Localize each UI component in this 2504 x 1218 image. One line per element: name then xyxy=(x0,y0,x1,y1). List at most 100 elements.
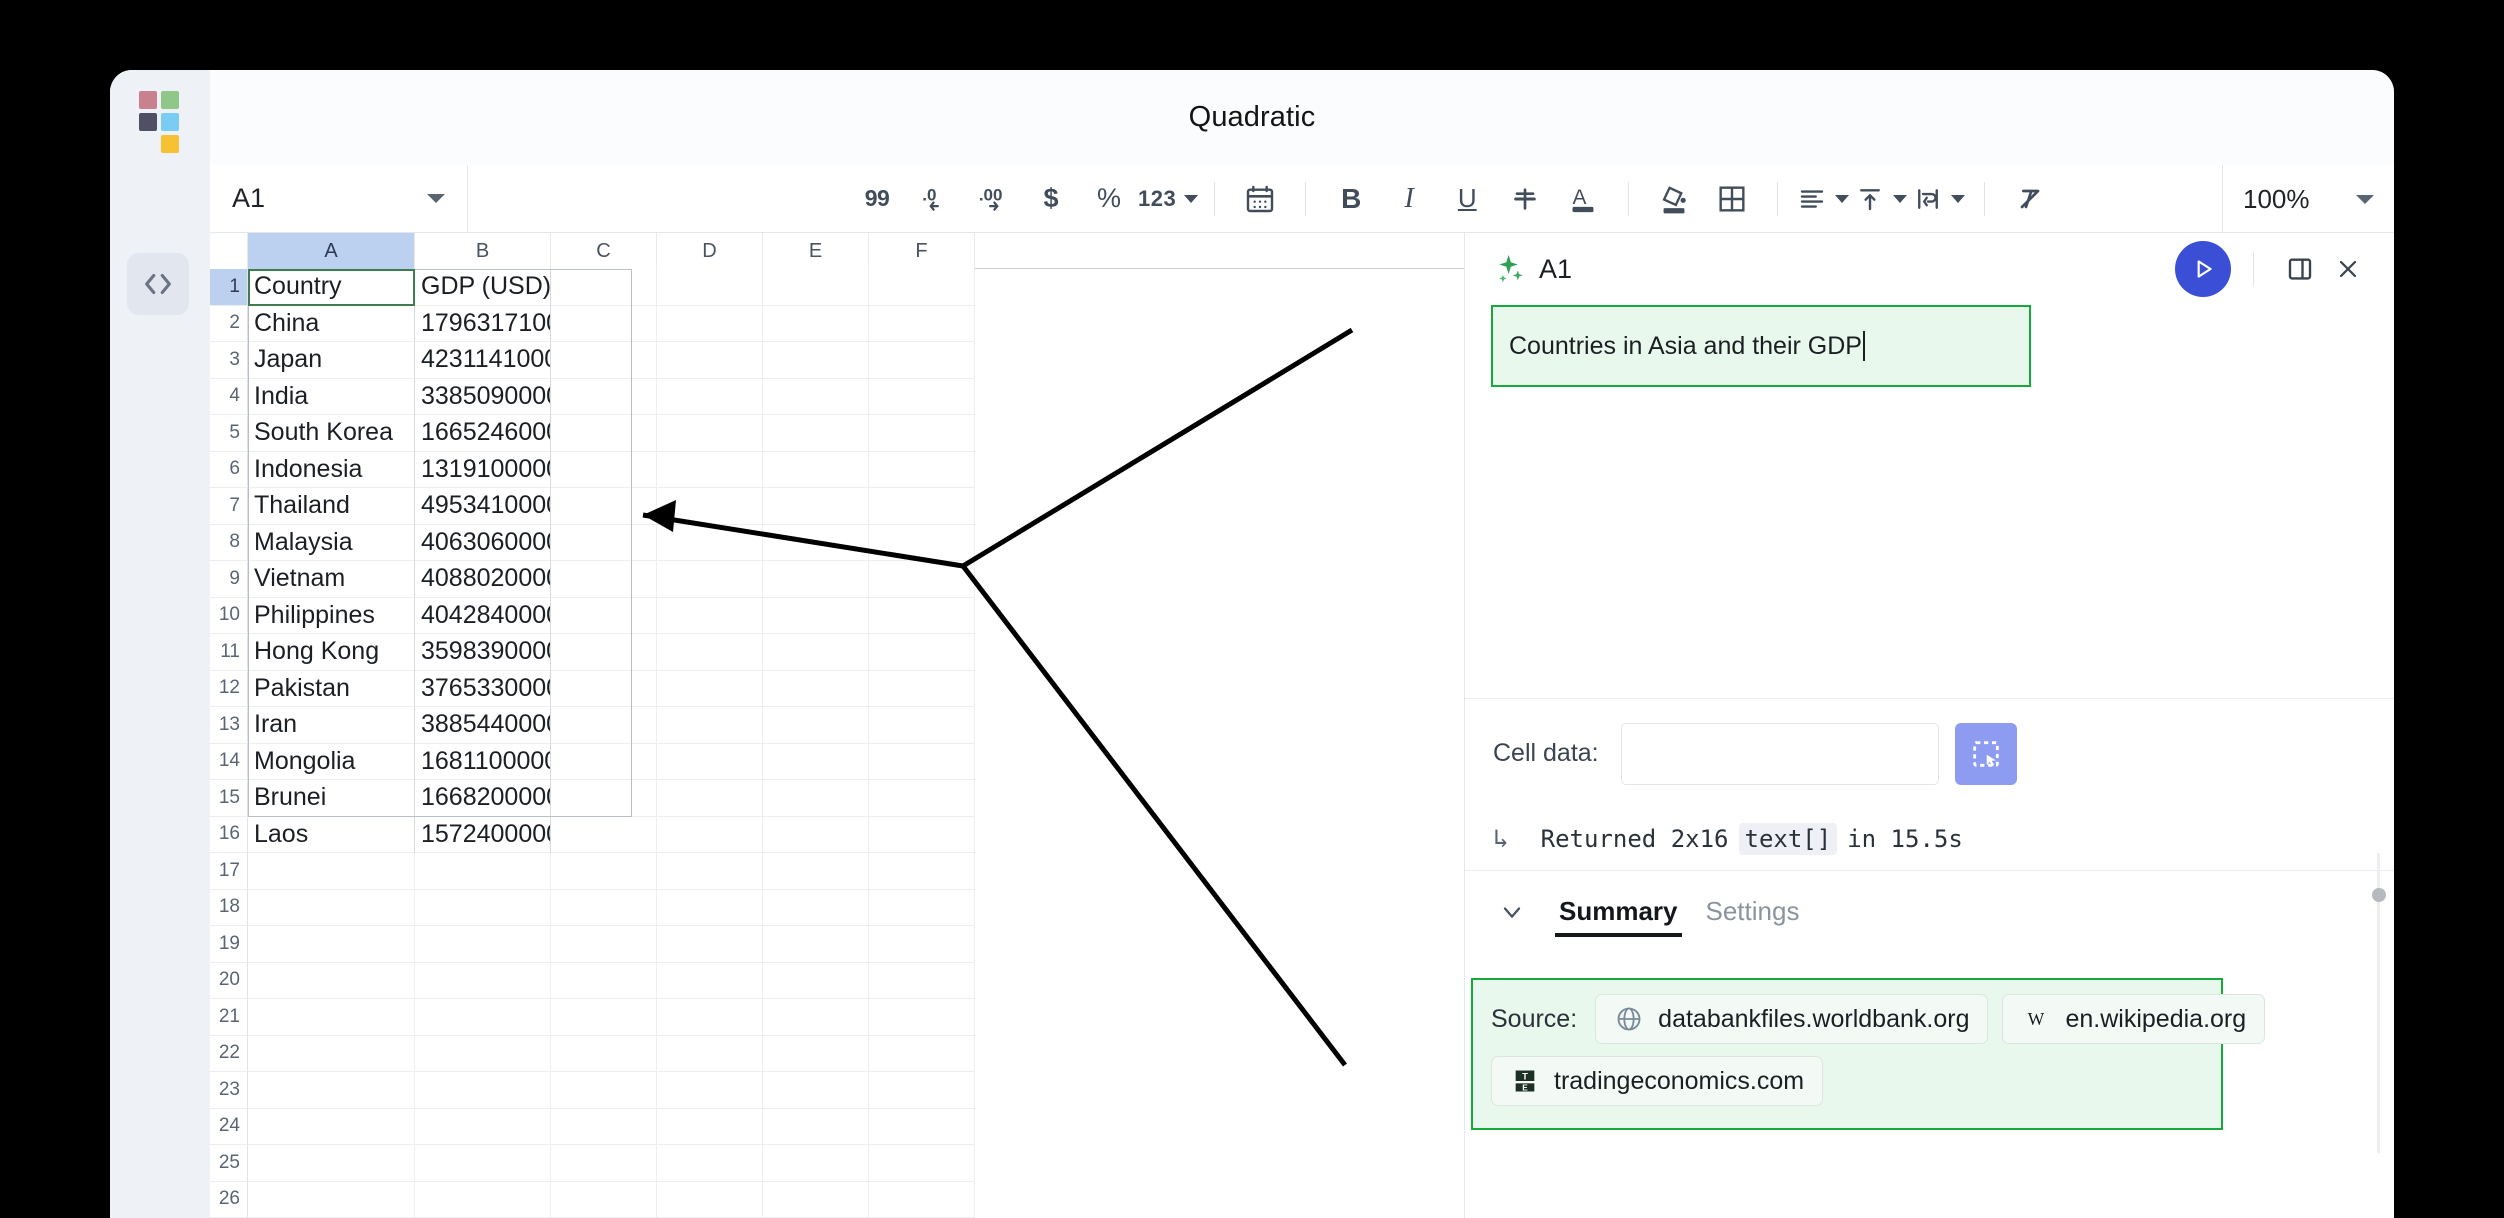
cell-A18[interactable] xyxy=(248,889,415,926)
cell-F8[interactable] xyxy=(869,524,975,561)
strikethrough-button[interactable] xyxy=(1496,165,1554,233)
row-header-7[interactable]: 7 xyxy=(210,488,248,525)
cell-E13[interactable] xyxy=(763,707,869,744)
panel-layout-button[interactable] xyxy=(2276,245,2324,293)
scrollbar-thumb[interactable] xyxy=(2372,888,2386,902)
source-chip-wikipedia[interactable]: W en.wikipedia.org xyxy=(2002,994,2266,1044)
row-header-24[interactable]: 24 xyxy=(210,1108,248,1145)
zoom-control[interactable]: 100% xyxy=(2222,165,2394,233)
cell-C16[interactable] xyxy=(551,816,657,853)
cell-C17[interactable] xyxy=(551,853,657,890)
cell-E2[interactable] xyxy=(763,305,869,342)
cell-E16[interactable] xyxy=(763,816,869,853)
cell-D5[interactable] xyxy=(657,415,763,452)
cell-F7[interactable] xyxy=(869,488,975,525)
cell-E12[interactable] xyxy=(763,670,869,707)
column-header-a[interactable]: A xyxy=(248,233,415,269)
cell-F17[interactable] xyxy=(869,853,975,890)
cell-A2[interactable]: China xyxy=(248,305,415,342)
cell-C12[interactable] xyxy=(551,670,657,707)
cell-C18[interactable] xyxy=(551,889,657,926)
row-header-21[interactable]: 21 xyxy=(210,999,248,1036)
cell-E7[interactable] xyxy=(763,488,869,525)
cell-C4[interactable] xyxy=(551,378,657,415)
cell-D9[interactable] xyxy=(657,561,763,598)
cell-E26[interactable] xyxy=(763,1181,869,1218)
bold-button[interactable]: B xyxy=(1322,165,1380,233)
cell-C20[interactable] xyxy=(551,962,657,999)
select-all-corner[interactable] xyxy=(210,233,248,269)
close-panel-button[interactable] xyxy=(2324,245,2372,293)
cell-E20[interactable] xyxy=(763,962,869,999)
cell-E8[interactable] xyxy=(763,524,869,561)
cell-D24[interactable] xyxy=(657,1108,763,1145)
cell-A7[interactable]: Thailand xyxy=(248,488,415,525)
cell-A25[interactable] xyxy=(248,1145,415,1182)
cell-C25[interactable] xyxy=(551,1145,657,1182)
cell-B17[interactable] xyxy=(415,853,551,890)
cell-E5[interactable] xyxy=(763,415,869,452)
tab-settings[interactable]: Settings xyxy=(1692,871,1814,953)
cell-C19[interactable] xyxy=(551,926,657,963)
cell-C6[interactable] xyxy=(551,451,657,488)
cell-D10[interactable] xyxy=(657,597,763,634)
cell-D13[interactable] xyxy=(657,707,763,744)
cell-F11[interactable] xyxy=(869,634,975,671)
row-header-19[interactable]: 19 xyxy=(210,926,248,963)
cell-F20[interactable] xyxy=(869,962,975,999)
cell-F16[interactable] xyxy=(869,816,975,853)
row-header-13[interactable]: 13 xyxy=(210,707,248,744)
cell-A8[interactable]: Malaysia xyxy=(248,524,415,561)
cell-D23[interactable] xyxy=(657,1072,763,1109)
cell-A12[interactable]: Pakistan xyxy=(248,670,415,707)
cell-B20[interactable] xyxy=(415,962,551,999)
select-range-button[interactable] xyxy=(1954,722,2017,785)
column-header-f[interactable]: F xyxy=(869,233,975,269)
row-header-5[interactable]: 5 xyxy=(210,415,248,452)
code-editor-button[interactable] xyxy=(127,253,189,315)
cell-F10[interactable] xyxy=(869,597,975,634)
cell-A24[interactable] xyxy=(248,1108,415,1145)
italic-button[interactable]: I xyxy=(1380,165,1438,233)
cell-B3[interactable]: 4231141000000 xyxy=(415,342,551,379)
text-wrap-button[interactable] xyxy=(1910,165,1968,233)
column-header-b[interactable]: B xyxy=(415,233,551,269)
row-header-22[interactable]: 22 xyxy=(210,1035,248,1072)
cell-F22[interactable] xyxy=(869,1035,975,1072)
cell-A3[interactable]: Japan xyxy=(248,342,415,379)
cell-A21[interactable] xyxy=(248,999,415,1036)
cell-F26[interactable] xyxy=(869,1181,975,1218)
cell-A20[interactable] xyxy=(248,962,415,999)
row-header-12[interactable]: 12 xyxy=(210,670,248,707)
cell-B25[interactable] xyxy=(415,1145,551,1182)
cell-F21[interactable] xyxy=(869,999,975,1036)
row-header-14[interactable]: 14 xyxy=(210,743,248,780)
cell-F5[interactable] xyxy=(869,415,975,452)
cell-A11[interactable]: Hong Kong xyxy=(248,634,415,671)
cell-D12[interactable] xyxy=(657,670,763,707)
vertical-align-button[interactable] xyxy=(1852,165,1910,233)
cell-F15[interactable] xyxy=(869,780,975,817)
cell-B5[interactable]: 1665246000000 xyxy=(415,415,551,452)
row-header-17[interactable]: 17 xyxy=(210,853,248,890)
cell-C8[interactable] xyxy=(551,524,657,561)
cell-B18[interactable] xyxy=(415,889,551,926)
cell-C26[interactable] xyxy=(551,1181,657,1218)
row-header-6[interactable]: 6 xyxy=(210,451,248,488)
cell-C5[interactable] xyxy=(551,415,657,452)
row-header-10[interactable]: 10 xyxy=(210,597,248,634)
cell-A13[interactable]: Iran xyxy=(248,707,415,744)
cell-D1[interactable] xyxy=(657,269,763,306)
cell-D16[interactable] xyxy=(657,816,763,853)
cell-E18[interactable] xyxy=(763,889,869,926)
cell-E14[interactable] xyxy=(763,743,869,780)
cell-data-input[interactable] xyxy=(1620,722,1939,785)
cell-A6[interactable]: Indonesia xyxy=(248,451,415,488)
row-header-18[interactable]: 18 xyxy=(210,889,248,926)
source-chip-tradingeconomics[interactable]: T E tradingeconomics.com xyxy=(1491,1056,1824,1106)
cell-B15[interactable]: 16682000000 xyxy=(415,780,551,817)
column-header-d[interactable]: D xyxy=(657,233,763,269)
cell-B14[interactable]: 16811000000 xyxy=(415,743,551,780)
cell-D8[interactable] xyxy=(657,524,763,561)
horizontal-align-button[interactable] xyxy=(1794,165,1852,233)
